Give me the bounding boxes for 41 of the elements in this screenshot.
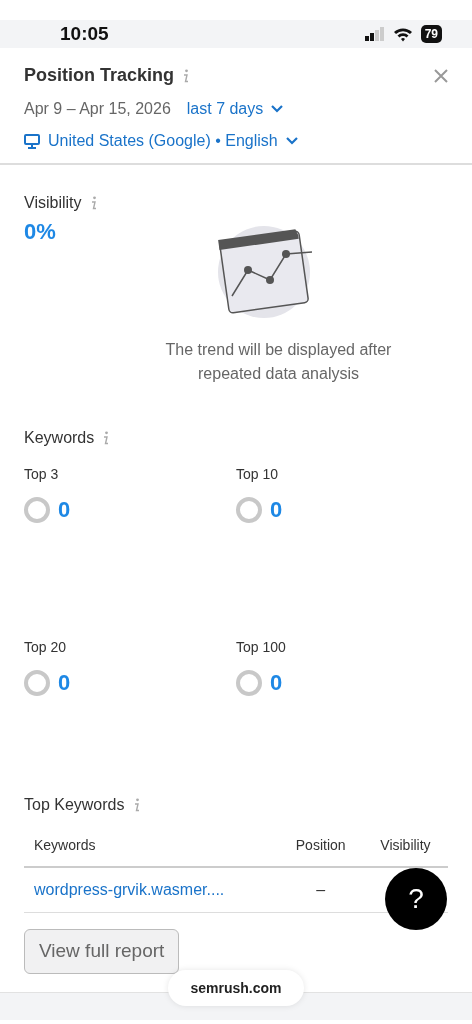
group-label: Top 100 xyxy=(236,638,287,657)
section-label: Visibility xyxy=(24,193,82,213)
section-label: Keywords xyxy=(24,428,95,448)
column-header: Position xyxy=(278,825,363,867)
table-cell: – xyxy=(278,867,363,913)
column-header: Visibility xyxy=(362,825,448,867)
group-label: Top 3 xyxy=(24,465,60,484)
wifi-icon xyxy=(392,26,413,42)
battery-level: 79 xyxy=(420,25,442,43)
ring-icon xyxy=(236,496,262,523)
signal-icon xyxy=(364,27,385,41)
ring-icon xyxy=(236,669,262,696)
count-value: 0 xyxy=(270,669,283,697)
info-icon xyxy=(182,68,190,83)
page-title: Position Tracking xyxy=(24,64,175,87)
keyword-link[interactable]: wordpress-grvik.wasmer.... xyxy=(34,881,225,898)
view-report-button[interactable]: View full report xyxy=(24,929,180,974)
status-time: 10:05 xyxy=(60,21,109,46)
column-header: Keywords xyxy=(24,825,279,867)
chevron-down-icon xyxy=(271,105,284,113)
ring-icon xyxy=(24,669,50,696)
close-icon[interactable] xyxy=(434,68,448,83)
help-button[interactable]: ? xyxy=(385,868,447,930)
date-range: Apr 9 – Apr 15, 2026 xyxy=(24,99,171,119)
group-label: Top 10 xyxy=(236,465,280,484)
visibility-value: 0% xyxy=(24,218,57,246)
url-pill[interactable]: semrush.com xyxy=(168,970,304,1006)
count-value: 0 xyxy=(58,669,71,697)
info-icon xyxy=(102,431,110,445)
period-dropdown[interactable]: last 7 days xyxy=(186,97,284,121)
count-value: 0 xyxy=(58,496,71,524)
group-label: Top 20 xyxy=(24,638,68,657)
info-icon xyxy=(89,196,97,210)
section-label: Top Keywords xyxy=(24,795,125,815)
empty-message: The trend will be displayed after repeated data analysis xyxy=(164,340,393,384)
chevron-down-icon xyxy=(285,137,298,145)
monitor-icon xyxy=(24,133,40,149)
ring-icon xyxy=(24,496,50,523)
info-icon xyxy=(132,798,140,812)
count-value: 0 xyxy=(270,496,283,524)
location-dropdown[interactable]: United States (Google) • English xyxy=(24,129,448,153)
